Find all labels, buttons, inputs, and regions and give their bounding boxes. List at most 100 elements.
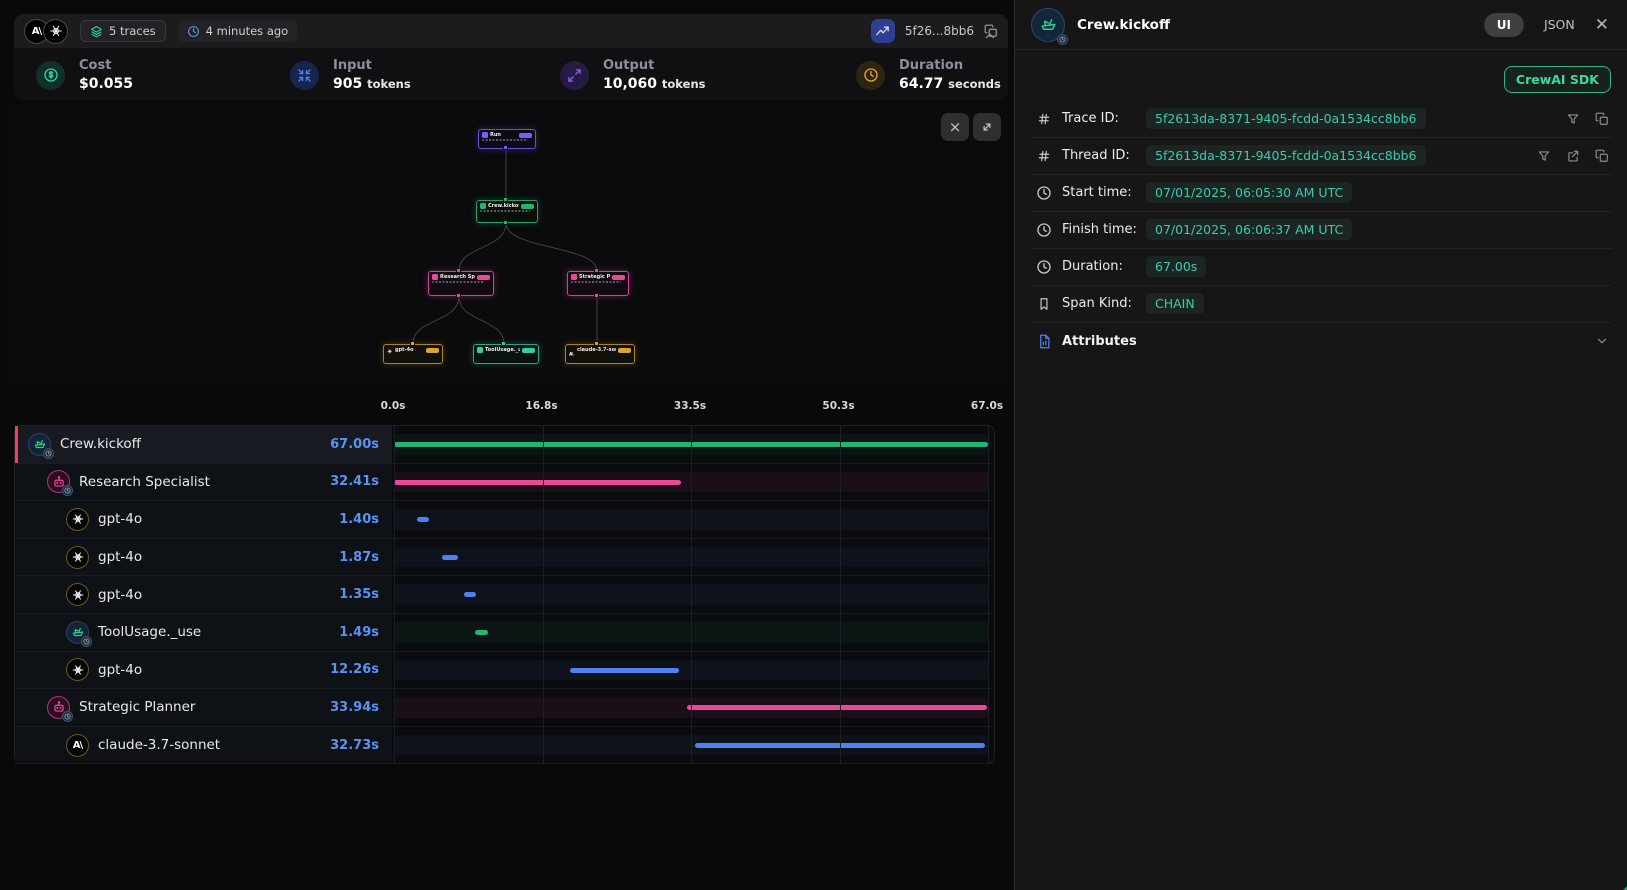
openai-logo-icon — [72, 551, 84, 563]
graph-fullscreen-button[interactable] — [973, 113, 1001, 141]
clock-icon — [856, 61, 885, 90]
detail-row-label: Trace ID: — [1062, 111, 1146, 126]
expand-diagonal-icon — [980, 120, 994, 134]
span-row[interactable]: Crew.kickoff 67.00s — [15, 426, 994, 464]
openai-logo-icon — [72, 513, 84, 525]
span-label: Strategic Planner — [79, 699, 195, 715]
span-label: gpt-4o — [98, 549, 142, 565]
openai-logo-icon — [72, 664, 84, 676]
graph-node-claude[interactable]: A\ claude-3.7-sonnet — [565, 344, 635, 364]
span-label: gpt-4o — [98, 511, 142, 527]
metrics-button[interactable] — [871, 19, 895, 43]
graph-node-research-specialist[interactable]: Research Speciali... — [428, 271, 494, 296]
node-handle — [410, 341, 415, 346]
filter-icon[interactable] — [1566, 112, 1580, 126]
clock-badge-icon — [43, 448, 54, 459]
trace-header-bar: A\ 5 traces 4 minutes ago 5f26...8bb6 — [14, 14, 1008, 48]
openai-logo-icon — [49, 24, 63, 38]
tab-ui[interactable]: UI — [1484, 13, 1524, 37]
stats-row: Cost $0.055 Input 905 tokens Output 10,0… — [14, 48, 1008, 100]
boat-icon — [480, 203, 486, 209]
span-duration-text: 67.00s — [330, 437, 379, 452]
chevron-down-icon[interactable] — [1595, 334, 1609, 348]
collapse-chevron-icon[interactable] — [980, 28, 1000, 44]
detail-row-value[interactable]: 67.00s — [1146, 256, 1206, 277]
detail-row-value[interactable]: 5f2613da-8371-9405-fcdd-0a1534cc8bb6 — [1146, 145, 1426, 166]
span-row[interactable]: Research Specialist 32.41s — [15, 464, 994, 502]
stat-label: Cost — [79, 58, 133, 73]
detail-row: Thread ID: 5f2613da-8371-9405-fcdd-0a153… — [1015, 137, 1627, 174]
hash-icon — [1036, 149, 1052, 163]
span-row[interactable]: gpt-4o 1.35s — [15, 576, 994, 614]
resize-corner[interactable] — [1613, 878, 1627, 890]
span-duration-bar[interactable] — [570, 668, 679, 673]
gridline — [394, 426, 395, 763]
span-row[interactable]: ToolUsage._use 1.49s — [15, 614, 994, 652]
span-row[interactable]: gpt-4o 1.40s — [15, 501, 994, 539]
span-duration-bar[interactable] — [394, 480, 681, 485]
stat-card-cost: Cost $0.055 — [36, 58, 133, 92]
detail-row-label: Thread ID: — [1062, 148, 1146, 163]
attributes-section-header[interactable]: Attributes — [1015, 322, 1627, 360]
detail-row-value[interactable]: CHAIN — [1146, 293, 1204, 314]
tab-json[interactable]: JSON — [1544, 17, 1575, 32]
gridline — [840, 426, 841, 763]
openai-logo-icon — [72, 589, 84, 601]
axis-tick-label: 33.5s — [674, 400, 706, 412]
stat-card-duration: Duration 64.77 seconds — [856, 58, 1001, 92]
trace-summary-card: A\ 5 traces 4 minutes ago 5f26...8bb6 Co… — [14, 14, 1008, 100]
node-handle — [594, 293, 599, 298]
span-duration-bar[interactable] — [417, 517, 429, 522]
graph-node-toolusage[interactable]: ToolUsage._use — [473, 344, 539, 364]
node-duration-pill — [477, 275, 490, 280]
document-icon — [1036, 334, 1052, 349]
graph-close-button[interactable]: × — [941, 113, 969, 141]
detail-row: Finish time: 07/01/2025, 06:06:37 AM UTC — [1015, 211, 1627, 248]
span-label: claude-3.7-sonnet — [98, 737, 220, 753]
filter-icon[interactable] — [1537, 149, 1551, 163]
stat-label: Duration — [899, 58, 1001, 73]
node-handle — [503, 145, 508, 150]
detail-row-value[interactable]: 07/01/2025, 06:05:30 AM UTC — [1146, 182, 1352, 203]
external-link-icon[interactable] — [1566, 149, 1580, 163]
time-ago-label: 4 minutes ago — [206, 24, 289, 38]
detail-row: Duration: 67.00s — [1015, 248, 1627, 285]
detail-row-value[interactable]: 07/01/2025, 06:06:37 AM UTC — [1146, 219, 1352, 240]
node-duration-pill — [522, 348, 535, 353]
span-duration-bar[interactable] — [464, 592, 476, 597]
time-ago-badge: 4 minutes ago — [178, 20, 298, 42]
clock-icon — [1036, 222, 1052, 238]
panel-close-icon[interactable]: ✕ — [1595, 15, 1609, 35]
node-duration-pill — [426, 348, 439, 353]
span-duration-text: 1.49s — [339, 625, 379, 640]
axis-tick-label: 50.3s — [822, 400, 854, 412]
axis-tick-label: 16.8s — [525, 400, 557, 412]
clock-badge-icon — [62, 485, 73, 496]
sdk-badge[interactable]: CrewAI SDK — [1504, 66, 1611, 93]
span-duration-bar[interactable] — [475, 630, 488, 635]
stat-label: Input — [333, 58, 411, 73]
node-duration-pill — [521, 204, 534, 209]
graph-node-gpt-4o[interactable]: gpt-4o — [383, 344, 443, 364]
span-duration-text: 1.40s — [339, 512, 379, 527]
span-duration-bar[interactable] — [687, 705, 988, 710]
span-detail-panel: Crew.kickoff UI JSON ✕ CrewAI SDK Trace … — [1014, 0, 1627, 890]
span-row[interactable]: A\ claude-3.7-sonnet 32.73s — [15, 727, 994, 765]
detail-row-value[interactable]: 5f2613da-8371-9405-fcdd-0a1534cc8bb6 — [1146, 108, 1426, 129]
span-duration-bar[interactable] — [442, 555, 459, 560]
span-duration-text: 32.73s — [330, 738, 379, 753]
span-row[interactable]: gpt-4o 12.26s — [15, 652, 994, 690]
copy-icon[interactable] — [1595, 149, 1609, 163]
traces-count-badge[interactable]: 5 traces — [80, 20, 166, 42]
span-row[interactable]: gpt-4o 1.87s — [15, 539, 994, 577]
node-handle — [503, 220, 508, 225]
trending-icon — [875, 24, 890, 39]
span-row[interactable]: Strategic Planner 33.94s — [15, 689, 994, 727]
expand-icon — [560, 61, 589, 90]
copy-icon[interactable] — [1595, 112, 1609, 126]
stat-card-input: Input 905 tokens — [290, 58, 411, 92]
anthropic-icon: A\ — [569, 349, 572, 352]
node-duration-pill — [612, 275, 625, 280]
timeline-axis: 0.0s16.8s33.5s50.3s67.0s — [391, 400, 995, 416]
hash-icon — [1036, 112, 1052, 126]
